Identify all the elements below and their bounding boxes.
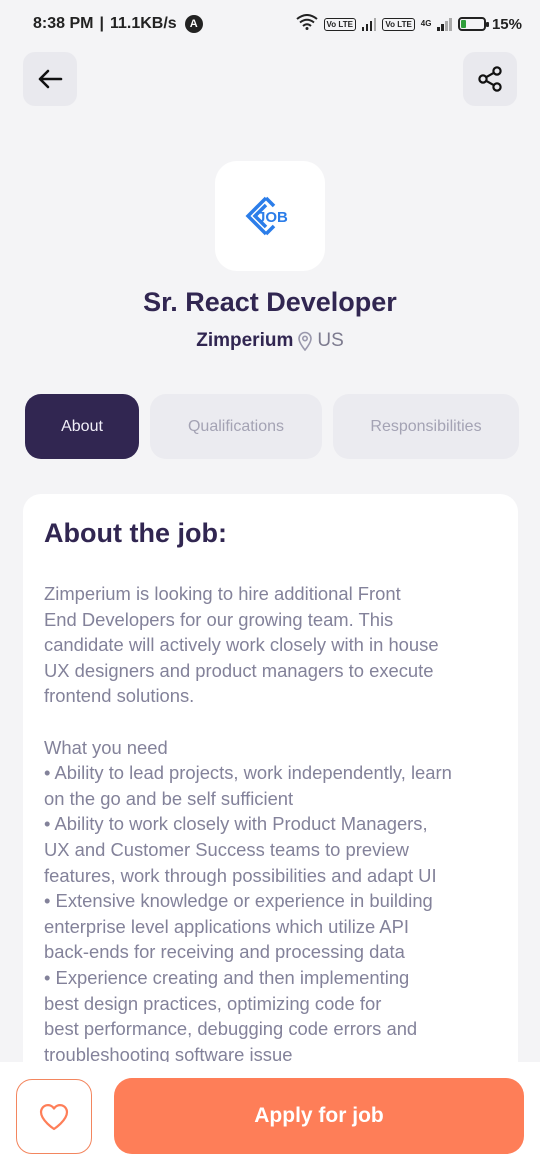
logo-text: JOB: [257, 209, 288, 226]
tab-responsibilities[interactable]: Responsibilities: [333, 394, 519, 459]
company-name: Zimperium: [196, 330, 294, 351]
status-separator: |: [99, 15, 104, 32]
status-bar: 8:38 PM | 11.1KB/s A Vo LTE Vo LTE 4G 15…: [0, 0, 540, 48]
status-right: Vo LTE Vo LTE 4G 15%: [295, 14, 522, 34]
navigation-icon: A: [184, 15, 203, 33]
volte-badge-sim1: Vo LTE: [323, 17, 356, 31]
battery-percentage: 15%: [491, 15, 522, 33]
volte-badge-sim2: Vo LTE: [382, 17, 415, 31]
tab-qualifications[interactable]: Qualifications: [150, 394, 322, 459]
job-title: Sr. React Developer: [143, 287, 397, 317]
signal-icon-sim2: [437, 17, 452, 31]
about-heading: About the job:: [44, 518, 227, 548]
battery-level: [460, 20, 466, 28]
location-pin-icon: [298, 331, 313, 351]
tab-about[interactable]: About: [25, 394, 139, 459]
status-time: 8:38 PM: [33, 15, 94, 32]
job-details-screen: 8:38 PM | 11.1KB/s A Vo LTE Vo LTE 4G 15…: [0, 0, 540, 1170]
status-left: 8:38 PM | 11.1KB/s A: [33, 15, 203, 33]
wifi-icon: [295, 14, 318, 34]
share-button[interactable]: [463, 52, 517, 106]
company-logo: JOB: [215, 161, 325, 271]
heart-icon: [39, 1103, 69, 1130]
network-type: 4G: [420, 19, 432, 28]
share-icon: [478, 66, 502, 92]
back-button[interactable]: [23, 52, 77, 106]
job-location: US: [317, 330, 344, 351]
about-text: Zimperium is looking to hire additional …: [44, 583, 452, 1065]
signal-icon-sim1: [361, 17, 377, 31]
about-card: About the job: Zimperium is looking to h…: [23, 494, 518, 1094]
arrow-left-icon: [38, 69, 63, 89]
apply-button[interactable]: Apply for job: [114, 1078, 524, 1154]
footer: Apply for job: [0, 1062, 540, 1170]
battery-icon: [457, 17, 489, 31]
company-info: Zimperium US: [0, 330, 540, 352]
like-button[interactable]: [16, 1079, 92, 1154]
status-network-speed: 11.1KB/s: [109, 15, 177, 32]
job-logo-icon: JOB: [245, 196, 288, 236]
